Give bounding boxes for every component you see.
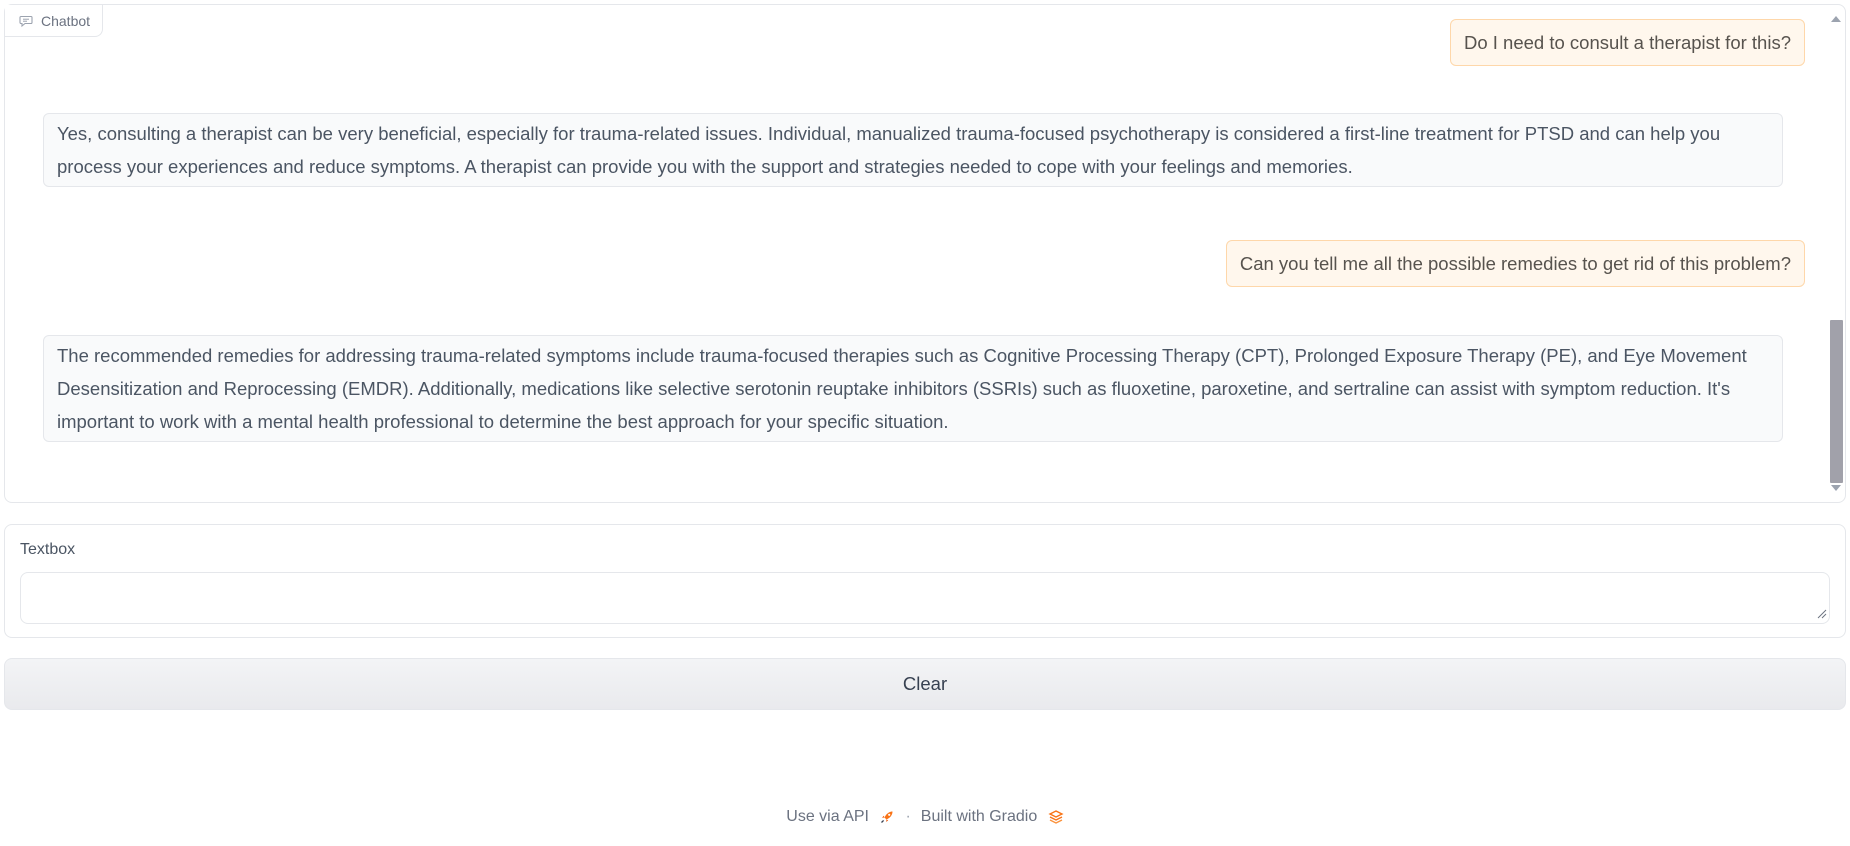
footer: Use via API · Built with Gradio xyxy=(0,808,1850,826)
chat-scrollbar[interactable] xyxy=(1828,8,1844,501)
bot-message: The recommended remedies for addressing … xyxy=(43,335,1783,442)
footer-separator: · xyxy=(905,808,911,825)
message-input[interactable] xyxy=(20,572,1830,624)
textbox-label: Textbox xyxy=(20,541,76,558)
clear-button[interactable]: Clear xyxy=(4,658,1846,710)
chatbot-label-text: Chatbot xyxy=(41,12,91,29)
use-via-api-label: Use via API xyxy=(786,808,869,825)
user-message: Do I need to consult a therapist for thi… xyxy=(1449,19,1805,66)
rocket-icon xyxy=(881,811,893,823)
built-with-gradio-link[interactable]: Built with Gradio xyxy=(921,808,1064,826)
textbox-panel: Textbox xyxy=(4,524,1846,638)
chat-bubble-icon xyxy=(19,15,33,27)
gradio-logo-icon xyxy=(1048,809,1064,824)
scroll-down-arrow-icon[interactable] xyxy=(1831,485,1841,491)
user-message: Can you tell me all the possible remedie… xyxy=(1225,240,1805,287)
chatbot-label: Chatbot xyxy=(5,5,104,37)
resize-handle-icon[interactable] xyxy=(1817,609,1827,619)
bot-message: Yes, consulting a therapist can be very … xyxy=(43,113,1783,187)
built-with-gradio-label: Built with Gradio xyxy=(920,808,1038,825)
use-via-api-link[interactable]: Use via API xyxy=(786,808,895,826)
scroll-up-arrow-icon[interactable] xyxy=(1831,16,1841,22)
chatbot-panel: Chatbot Do I need to consult a therapist… xyxy=(4,4,1846,503)
scrollbar-thumb[interactable] xyxy=(1830,320,1843,483)
